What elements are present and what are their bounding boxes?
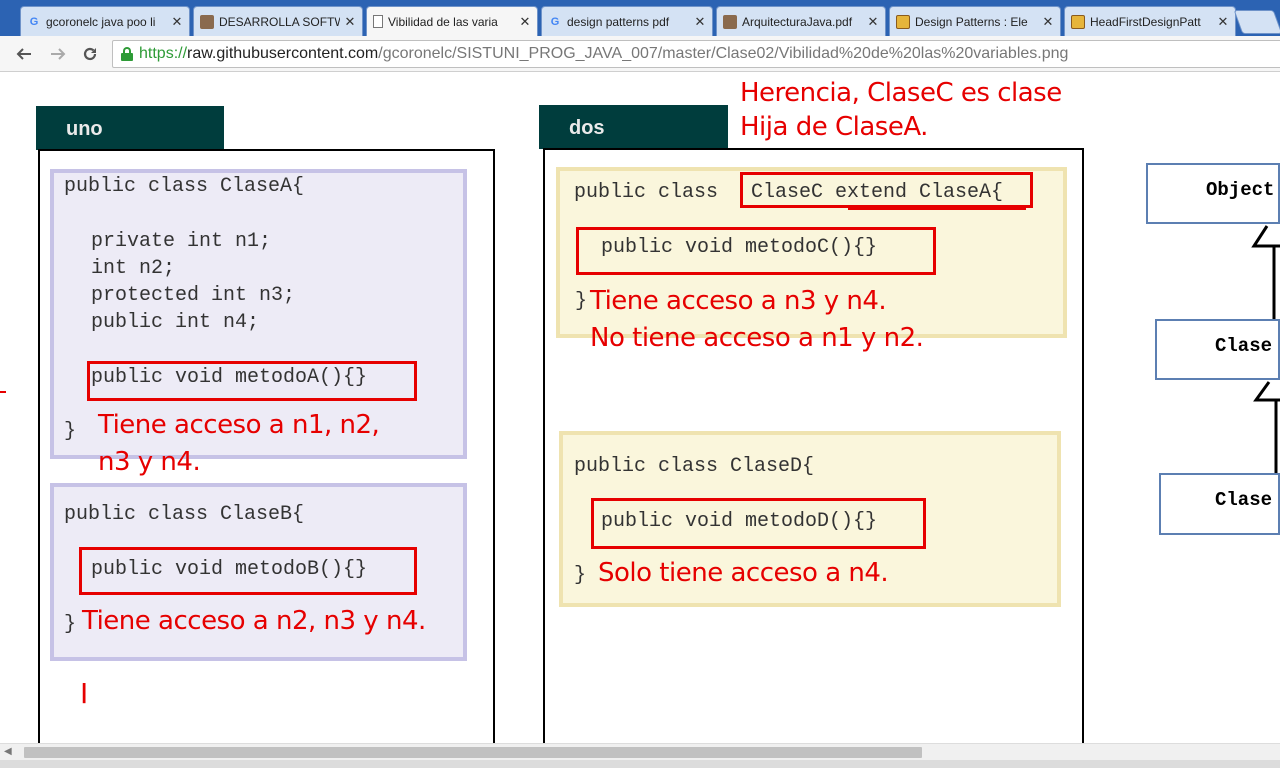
scrollbar-thumb[interactable] xyxy=(24,747,922,758)
clase-a-method: public void metodoA(){} xyxy=(91,366,368,389)
underline-mark xyxy=(848,207,1026,210)
clase-b-close: } xyxy=(64,613,77,636)
annotation-herencia-line1: Herencia, ClaseC es clase xyxy=(740,78,1062,108)
clase-c-header-prefix: public class xyxy=(574,181,731,204)
package-icon xyxy=(1071,14,1085,29)
tab-vibilidad[interactable]: Vibilidad de las varia ✕ xyxy=(366,6,538,36)
close-icon[interactable]: ✕ xyxy=(171,14,183,30)
tab-title: ArquitecturaJava.pdf xyxy=(742,14,853,29)
tab-title: design patterns pdf xyxy=(567,14,670,29)
panel-tab-uno: uno xyxy=(36,106,224,150)
tab-strip: G gcoronelc java poo li ✕ DESARROLLA SOF… xyxy=(0,0,1280,36)
url-path: /gcoronelc/SISTUNI_PROG_JAVA_007/master/… xyxy=(378,45,1069,62)
inheritance-arrow-icon xyxy=(1253,381,1280,474)
clase-a-header: public class ClaseA{ xyxy=(64,175,305,198)
tab-arquitectura-java[interactable]: ArquitecturaJava.pdf ✕ xyxy=(716,6,886,36)
inheritance-arrow-icon xyxy=(1251,225,1280,322)
browser-toolbar: https://raw.githubusercontent.com/gcoron… xyxy=(0,36,1280,72)
field-line: private int n1; xyxy=(91,230,272,253)
close-icon[interactable]: ✕ xyxy=(867,14,879,30)
lock-icon xyxy=(121,47,133,61)
clase-b-method: public void metodoB(){} xyxy=(91,558,368,581)
close-icon[interactable]: ✕ xyxy=(344,14,356,30)
scroll-left-icon[interactable]: ◀ xyxy=(4,746,12,757)
forward-button[interactable] xyxy=(46,42,70,66)
tab-title: Design Patterns : Ele xyxy=(915,14,1028,29)
close-icon[interactable]: ✕ xyxy=(694,14,706,30)
clase-c-method: public void metodoC(){} xyxy=(601,236,878,259)
horizontal-scrollbar[interactable]: ◀ xyxy=(0,743,1280,760)
tab-gcoronelc[interactable]: G gcoronelc java poo li ✕ xyxy=(20,6,190,36)
annotation-clase-c-line2: No tiene acceso a n1 y n2. xyxy=(590,323,924,353)
google-icon: G xyxy=(550,15,560,28)
tab-design-patterns-ele[interactable]: Design Patterns : Ele ✕ xyxy=(889,6,1061,36)
edge-mark xyxy=(0,391,6,393)
tab-title: DESARROLLA SOFTW xyxy=(219,14,340,29)
status-strip xyxy=(0,760,1280,768)
document-icon xyxy=(373,15,383,28)
clase-c-close: } xyxy=(575,290,588,313)
uml-clase-box: Clase xyxy=(1159,473,1280,535)
forward-arrow-icon xyxy=(51,48,66,60)
uml-clase-box: Clase xyxy=(1155,319,1280,380)
tab-desarrolla[interactable]: DESARROLLA SOFTW ✕ xyxy=(193,6,363,36)
field-line: int n2; xyxy=(91,257,176,280)
tab-title: HeadFirstDesignPatt xyxy=(1090,14,1201,29)
avatar-icon xyxy=(200,14,214,29)
back-button[interactable] xyxy=(12,42,36,66)
google-icon: G xyxy=(29,15,39,28)
clase-b-header: public class ClaseB{ xyxy=(64,503,305,526)
annotation-herencia-line2: Hija de ClaseA. xyxy=(740,112,928,142)
panel-tab-dos: dos xyxy=(539,105,728,149)
annotation-clase-a-line1: Tiene acceso a n1, n2, xyxy=(98,410,380,440)
close-icon[interactable]: ✕ xyxy=(1042,14,1054,30)
annotation-clase-c-line1: Tiene acceso a n3 y n4. xyxy=(590,286,887,316)
stray-mark: I xyxy=(80,677,88,710)
reload-button[interactable] xyxy=(78,42,102,66)
clase-d-close: } xyxy=(574,564,587,587)
image-viewport: uno public class ClaseA{ private int n1;… xyxy=(0,73,1280,743)
annotation-clase-d: Solo tiene acceso a n4. xyxy=(598,558,889,588)
tab-design-patterns-pdf[interactable]: G design patterns pdf ✕ xyxy=(541,6,713,36)
clase-d-header: public class ClaseD{ xyxy=(574,455,815,478)
address-bar[interactable]: https://raw.githubusercontent.com/gcoron… xyxy=(112,40,1280,68)
url-scheme: https:// xyxy=(139,45,188,62)
reload-icon xyxy=(83,47,97,61)
tab-headfirst[interactable]: HeadFirstDesignPatt ✕ xyxy=(1064,6,1236,36)
clase-d-method: public void metodoD(){} xyxy=(601,510,878,533)
tab-title: Vibilidad de las varia xyxy=(388,14,498,29)
highlight-box xyxy=(740,172,1033,208)
annotation-clase-a-line2: n3 y n4. xyxy=(98,447,201,477)
new-tab-button[interactable] xyxy=(1233,10,1280,34)
close-icon[interactable]: ✕ xyxy=(1217,14,1229,30)
tab-title: gcoronelc java poo li xyxy=(46,14,156,29)
back-arrow-icon xyxy=(16,48,31,60)
field-line: public int n4; xyxy=(91,311,260,334)
avatar-icon xyxy=(723,14,737,29)
uml-object-box: Object xyxy=(1146,163,1280,224)
close-icon[interactable]: ✕ xyxy=(519,14,531,30)
url-host: raw.githubusercontent.com xyxy=(187,45,379,62)
field-line: protected int n3; xyxy=(91,284,296,307)
annotation-clase-b: Tiene acceso a n2, n3 y n4. xyxy=(82,606,426,636)
clase-a-close: } xyxy=(64,420,77,443)
package-icon xyxy=(896,14,910,29)
